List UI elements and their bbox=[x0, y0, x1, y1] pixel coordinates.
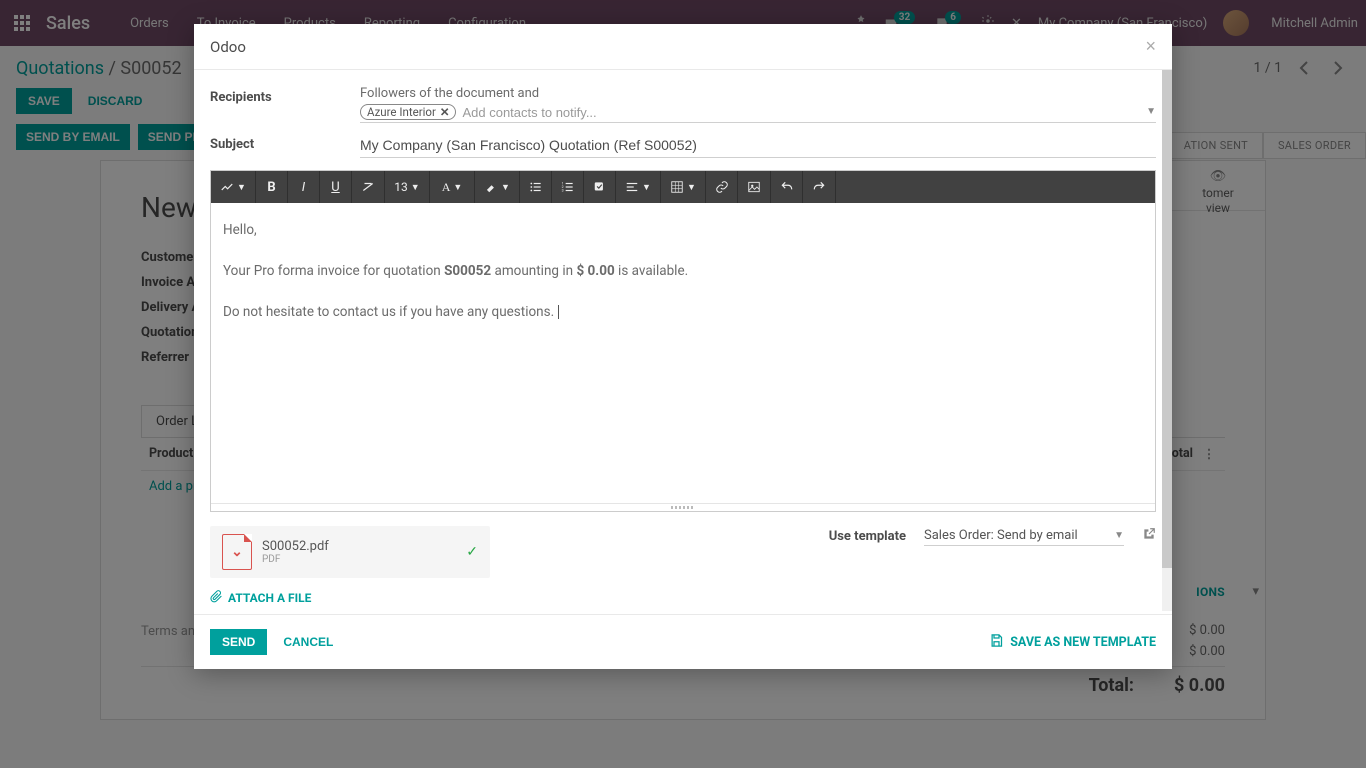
editor-redo-icon[interactable] bbox=[803, 171, 835, 203]
modal-body: Recipients Followers of the document and… bbox=[194, 70, 1172, 614]
editor-bgcolor-dropdown[interactable]: ▼ bbox=[475, 171, 519, 203]
editor-ol-icon[interactable]: 123 bbox=[552, 171, 584, 203]
save-icon bbox=[989, 633, 1004, 652]
pdf-icon: ⌄ bbox=[222, 534, 252, 570]
editor-bold-icon[interactable]: B bbox=[256, 171, 288, 203]
editor-underline-icon[interactable]: U bbox=[320, 171, 352, 203]
editor-fontcolor-dropdown[interactable]: A▼ bbox=[430, 171, 474, 203]
body-p2: Your Pro forma invoice for quotation S00… bbox=[223, 260, 1143, 283]
recipients-input[interactable]: Azure Interior ✕ ▼ bbox=[360, 104, 1156, 123]
editor-toolbar: ▼ B I U 13▼ A▼ bbox=[211, 171, 1155, 203]
editor-checklist-icon[interactable] bbox=[584, 171, 616, 203]
recipient-tag-label: Azure Interior bbox=[367, 105, 436, 119]
recipient-tag[interactable]: Azure Interior ✕ bbox=[360, 104, 456, 120]
recipients-caret-icon[interactable]: ▼ bbox=[1146, 106, 1156, 117]
close-icon[interactable]: × bbox=[1145, 36, 1156, 57]
body-p3: Do not hesitate to contact us if you hav… bbox=[223, 301, 1143, 324]
paperclip-icon bbox=[210, 590, 223, 606]
template-caret-icon[interactable]: ▼ bbox=[1114, 530, 1124, 541]
modal-footer: SEND CANCEL SAVE AS NEW TEMPLATE bbox=[194, 614, 1172, 669]
template-select[interactable]: Sales Order: Send by email ▼ bbox=[924, 526, 1124, 546]
recipients-add-input[interactable] bbox=[462, 105, 1156, 120]
followers-text: Followers of the document and bbox=[360, 86, 1156, 101]
editor-link-icon[interactable] bbox=[706, 171, 738, 203]
body-p1: Hello, bbox=[223, 219, 1143, 242]
modal-title: Odoo bbox=[210, 38, 246, 56]
svg-text:3: 3 bbox=[561, 189, 563, 193]
editor-style-dropdown[interactable]: ▼ bbox=[211, 171, 255, 203]
editor-table-dropdown[interactable]: ▼ bbox=[661, 171, 705, 203]
template-label: Use template bbox=[829, 529, 906, 544]
editor-fontsize-dropdown[interactable]: 13▼ bbox=[385, 171, 429, 203]
editor-italic-icon[interactable]: I bbox=[288, 171, 320, 203]
send-button[interactable]: SEND bbox=[210, 629, 267, 655]
editor-align-dropdown[interactable]: ▼ bbox=[616, 171, 660, 203]
editor-resize-handle[interactable] bbox=[211, 503, 1155, 511]
editor-image-icon[interactable] bbox=[738, 171, 770, 203]
editor-remove-format-icon[interactable] bbox=[352, 171, 384, 203]
cancel-button[interactable]: CANCEL bbox=[275, 629, 341, 655]
label-recipients: Recipients bbox=[210, 86, 360, 123]
attachment-check-icon: ✓ bbox=[466, 544, 478, 560]
label-subject: Subject bbox=[210, 133, 360, 158]
attachment-type: PDF bbox=[262, 554, 329, 565]
editor-undo-icon[interactable] bbox=[771, 171, 803, 203]
subject-input[interactable] bbox=[360, 133, 1156, 158]
template-value: Sales Order: Send by email bbox=[924, 528, 1078, 543]
attachment-card[interactable]: ⌄ S00052.pdf PDF ✓ bbox=[210, 526, 490, 578]
attach-file-link[interactable]: ATTACH A FILE bbox=[210, 590, 490, 606]
modal-scrollbar[interactable] bbox=[1162, 70, 1172, 611]
editor-ul-icon[interactable] bbox=[520, 171, 552, 203]
template-area: Use template Sales Order: Send by email … bbox=[520, 526, 1156, 546]
template-external-link-icon[interactable] bbox=[1142, 527, 1156, 545]
email-editor: ▼ B I U 13▼ A▼ bbox=[210, 170, 1156, 512]
editor-content[interactable]: Hello, Your Pro forma invoice for quotat… bbox=[211, 203, 1155, 503]
compose-email-modal: Odoo × Recipients Followers of the docum… bbox=[194, 24, 1172, 669]
save-as-template-link[interactable]: SAVE AS NEW TEMPLATE bbox=[989, 633, 1156, 652]
modal-header: Odoo × bbox=[194, 24, 1172, 70]
attachment-name: S00052.pdf bbox=[262, 539, 329, 554]
recipient-tag-remove-icon[interactable]: ✕ bbox=[440, 105, 450, 119]
attachment-template-row: ⌄ S00052.pdf PDF ✓ ATTACH A FILE Use tem… bbox=[210, 526, 1156, 606]
